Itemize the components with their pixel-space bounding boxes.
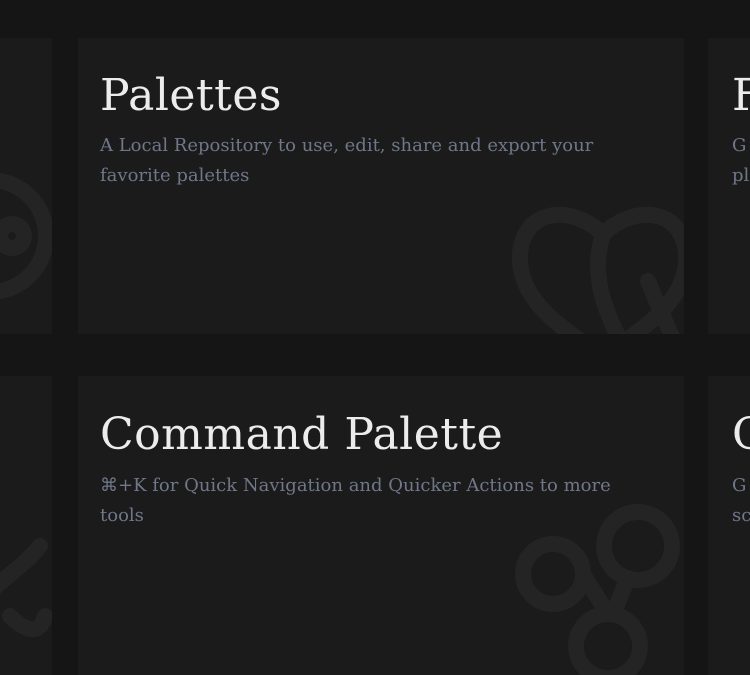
- tool-card-partial-right-bottom[interactable]: C G sc: [708, 376, 750, 675]
- command-icon: [515, 504, 680, 675]
- tool-card-partial-right-top[interactable]: F G pl: [708, 38, 750, 334]
- palette-icon: [512, 206, 684, 334]
- card-title: Palettes: [100, 70, 282, 121]
- tool-card-palettes[interactable]: Palettes A Local Repository to use, edit…: [78, 38, 684, 334]
- tool-card-command-palette[interactable]: Command Palette ⌘+K for Quick Navigation…: [78, 376, 684, 675]
- tool-card-partial-left-top[interactable]: e: [0, 38, 52, 334]
- card-title-fragment: C: [732, 409, 750, 460]
- card-description-fragment: G sc: [732, 475, 750, 526]
- card-title: Command Palette: [100, 409, 504, 460]
- palette-icon: [0, 172, 52, 300]
- card-description-fragment: G pl: [732, 135, 750, 186]
- card-description: A Local Repository to use, edit, share a…: [100, 135, 594, 186]
- command-icon: [0, 538, 52, 638]
- tool-card-partial-left-bottom[interactable]: [0, 376, 52, 675]
- card-title-fragment: F: [732, 70, 750, 121]
